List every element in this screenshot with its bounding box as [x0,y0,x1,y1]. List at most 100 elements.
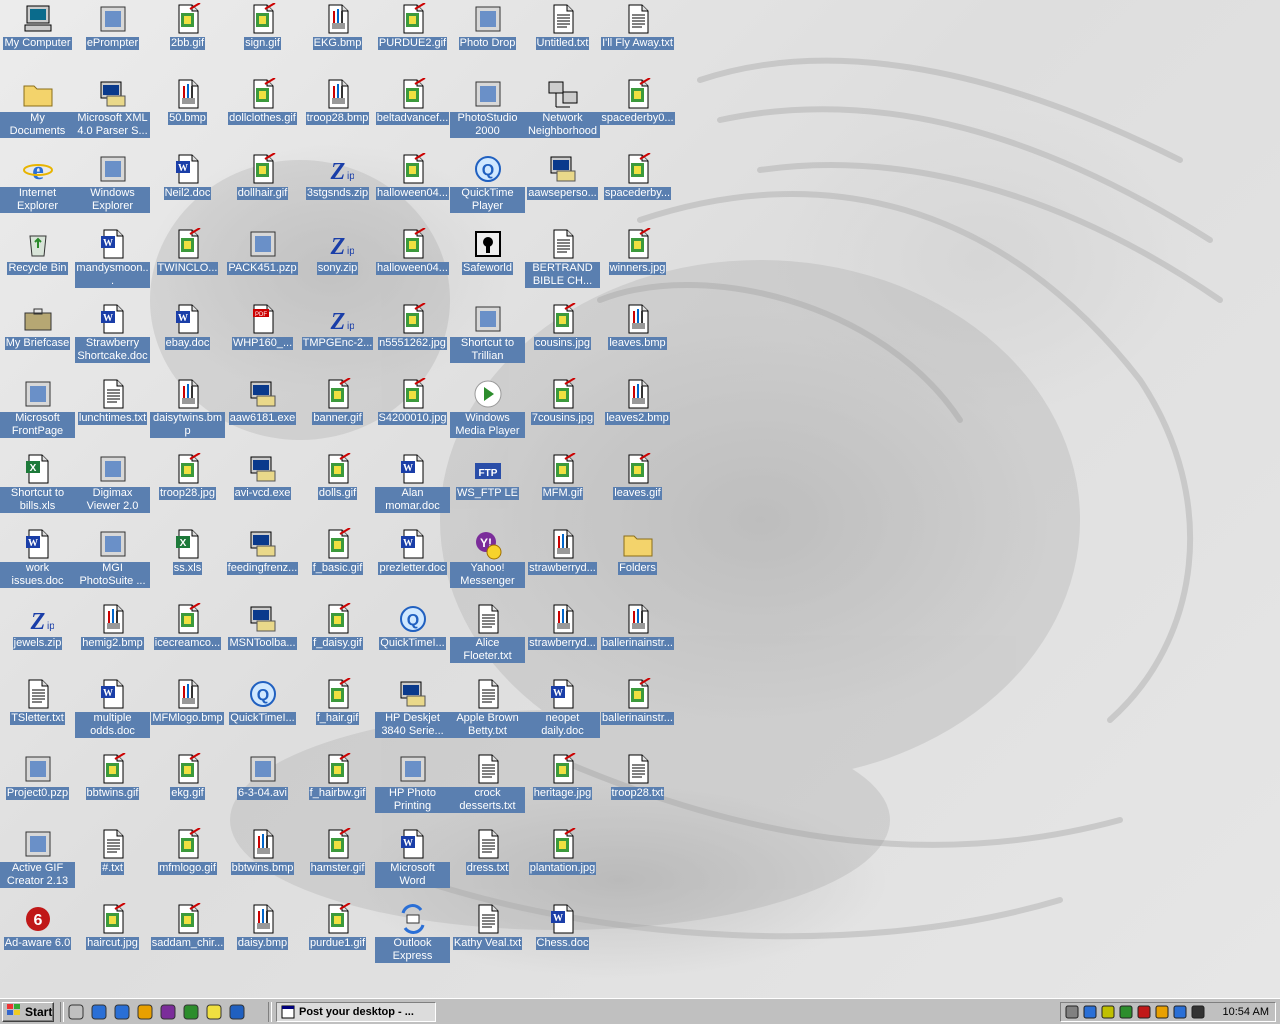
safeworld-tray-icon[interactable] [1191,1005,1205,1019]
desktop-icon-mfm-gif[interactable]: MFM.gif [525,450,600,520]
desktop-icon-ballerinainstr[interactable]: ballerinainstr... [600,675,675,745]
desktop-icon-6-3-04-avi[interactable]: 6-3-04.avi [225,750,300,820]
desktop-icon-troop28-txt[interactable]: troop28.txt [600,750,675,820]
desktop-icon-strawberryd[interactable]: strawberryd... [525,525,600,595]
desktop-icon-outlook-express[interactable]: Outlook Express [375,900,450,970]
desktop-icon-avi-vcd-exe[interactable]: avi-vcd.exe [225,450,300,520]
desktop-icon-dollclothes-gif[interactable]: dollclothes.gif [225,75,300,145]
desktop-icon-internet-explorer[interactable]: e Internet Explorer [0,150,75,220]
desktop-icon-hamster-gif[interactable]: hamster.gif [300,825,375,895]
ie-tray-icon[interactable] [1173,1005,1187,1019]
aim-icon[interactable] [137,1004,153,1020]
desktop-icon-my-documents[interactable]: My Documents [0,75,75,145]
desktop-icon-leaves-bmp[interactable]: leaves.bmp [600,300,675,370]
desktop-icon-s4200010-jpg[interactable]: S4200010.jpg [375,375,450,445]
desktop-icon-apple-brown-betty-txt[interactable]: Apple Brown Betty.txt [450,675,525,745]
desktop-icon-jewels-zip[interactable]: Zip jewels.zip [0,600,75,670]
scanner-icon[interactable] [1101,1005,1115,1019]
desktop-icon-hp-deskjet-3840-serie[interactable]: HP Deskjet 3840 Serie... [375,675,450,745]
media-player-icon[interactable] [183,1004,199,1020]
volume-icon[interactable] [1065,1005,1079,1019]
desktop-icon-spacederby0[interactable]: spacederby0... [600,75,675,145]
desktop-icon-txt[interactable]: #.txt [75,825,150,895]
internet-explorer-icon[interactable] [91,1004,107,1020]
desktop-icon-active-gif-creator-2-13[interactable]: Active GIF Creator 2.13 [0,825,75,895]
desktop[interactable]: My Computer My Documents e Internet Explore… [0,0,1280,998]
desktop-icon-spacederby[interactable]: spacederby... [600,150,675,220]
desktop-icon-bbtwins-bmp[interactable]: bbtwins.bmp [225,825,300,895]
desktop-icon-yahoo-messenger[interactable]: Y! Yahoo! Messenger [450,525,525,595]
desktop-icon-neopet-daily-doc[interactable]: Wneopet daily.doc [525,675,600,745]
desktop-icon-bbtwins-gif[interactable]: bbtwins.gif [75,750,150,820]
desktop-icon-windows-explorer[interactable]: Windows Explorer [75,150,150,220]
desktop-icon-multiple-odds-doc[interactable]: Wmultiple odds.doc [75,675,150,745]
desktop-icon-project0-pzp[interactable]: Project0.pzp [0,750,75,820]
desktop-icon-windows-media-player[interactable]: Windows Media Player [450,375,525,445]
desktop-icon-ballerinainstr[interactable]: ballerinainstr... [600,600,675,670]
desktop-icon-my-computer[interactable]: My Computer [0,0,75,70]
desktop-icon-tmpgenc-2[interactable]: Zip TMPGEnc-2... [300,300,375,370]
connection-icon[interactable] [1119,1005,1133,1019]
desktop-icon-digimax-viewer-2-0[interactable]: Digimax Viewer 2.0 [75,450,150,520]
desktop-icon-alan-momar-doc[interactable]: W Alan momar.doc [375,450,450,520]
desktop-icon-sign-gif[interactable]: sign.gif [225,0,300,70]
search-icon[interactable] [206,1004,222,1020]
desktop-icon-mgi-photosuite[interactable]: MGI PhotoSuite ... [75,525,150,595]
desktop-icon-icecreamco[interactable]: icecreamco... [150,600,225,670]
desktop-icon-leaves-gif[interactable]: leaves.gif [600,450,675,520]
desktop-icon-kathy-veal-txt[interactable]: Kathy Veal.txt [450,900,525,970]
desktop-icon-shortcut-to-trillian[interactable]: Shortcut to Trillian [450,300,525,370]
desktop-icon-chess-doc[interactable]: W Chess.doc [525,900,600,970]
messenger-icon[interactable] [1155,1005,1169,1019]
desktop-icon-mfmlogo-gif[interactable]: mfmlogo.gif [150,825,225,895]
desktop-icon-strawberryd[interactable]: strawberryd... [525,600,600,670]
desktop-icon-dollhair-gif[interactable]: dollhair.gif [225,150,300,220]
desktop-icon-purdue1-gif[interactable]: purdue1.gif [300,900,375,970]
desktop-icon-haircut-jpg[interactable]: haircut.jpg [75,900,150,970]
desktop-icon-bertrand-bible-ch[interactable]: BERTRAND BIBLE CH... [525,225,600,295]
desktop-icon-f-basic-gif[interactable]: f_basic.gif [300,525,375,595]
desktop-icon-troop28-bmp[interactable]: troop28.bmp [300,75,375,145]
desktop-icon-mfmlogo-bmp[interactable]: MFMlogo.bmp [150,675,225,745]
desktop-icon-aaw6181-exe[interactable]: aaw6181.exe [225,375,300,445]
desktop-icon-f-hairbw-gif[interactable]: f_hairbw.gif [300,750,375,820]
desktop-icon-3stgsnds-zip[interactable]: Zip 3stgsnds.zip [300,150,375,220]
desktop-icon-neil2-doc[interactable]: W Neil2.doc [150,150,225,220]
desktop-icon-feedingfrenz[interactable]: feedingfrenz... [225,525,300,595]
desktop-icon-i-ll-fly-away-txt[interactable]: I'll Fly Away.txt [600,0,675,70]
desktop-icon-quicktimei[interactable]: Q QuickTimeI... [225,675,300,745]
desktop-icon-saddam-chir[interactable]: saddam_chir... [150,900,225,970]
desktop-icon-ss-xls[interactable]: Xss.xls [150,525,225,595]
desktop-icon-dolls-gif[interactable]: dolls.gif [300,450,375,520]
desktop-icon-ekg-gif[interactable]: ekg.gif [150,750,225,820]
desktop-icon-daisy-bmp[interactable]: daisy.bmp [225,900,300,970]
outlook-express-icon[interactable] [114,1004,130,1020]
desktop-icon-my-briefcase[interactable]: My Briefcase [0,300,75,370]
desktop-icon-2bb-gif[interactable]: 2bb.gif [150,0,225,70]
desktop-icon-aawseperso[interactable]: aawseperso... [525,150,600,220]
desktop-icon-alice-floeter-txt[interactable]: Alice Floeter.txt [450,600,525,670]
desktop-icon-halloween04[interactable]: halloween04... [375,150,450,220]
desktop-icon-lunchtimes-txt[interactable]: lunchtimes.txt [75,375,150,445]
desktop-icon-recycle-bin[interactable]: Recycle Bin [0,225,75,295]
desktop-icon-f-hair-gif[interactable]: f_hair.gif [300,675,375,745]
desktop-icon-whp160[interactable]: PDF WHP160_... [225,300,300,370]
desktop-icon-prezletter-doc[interactable]: Wprezletter.doc [375,525,450,595]
desktop-icon-banner-gif[interactable]: banner.gif [300,375,375,445]
desktop-icon-ad-aware-6-0[interactable]: 6 Ad-aware 6.0 [0,900,75,970]
desktop-icon-beltadvancef[interactable]: beltadvancef... [375,75,450,145]
desktop-icon-ebay-doc[interactable]: Webay.doc [150,300,225,370]
start-button[interactable]: Start [2,1002,54,1022]
desktop-icon-hemig2-bmp[interactable]: hemig2.bmp [75,600,150,670]
desktop-icon-microsoft-frontpage[interactable]: Microsoft FrontPage [0,375,75,445]
desktop-icon-pack451-pzp[interactable]: PACK451.pzp [225,225,300,295]
desktop-icon-cousins-jpg[interactable]: cousins.jpg [525,300,600,370]
desktop-icon-purdue2-gif[interactable]: PURDUE2.gif [375,0,450,70]
desktop-icon-safeworld[interactable]: Safeworld [450,225,525,295]
desktop-icon-halloween04[interactable]: halloween04... [375,225,450,295]
desktop-icon-work-issues-doc[interactable]: Wwork issues.doc [0,525,75,595]
desktop-icon-ws-ftp-le[interactable]: FTP WS_FTP LE [450,450,525,520]
desktop-icon-tsletter-txt[interactable]: TSletter.txt [0,675,75,745]
desktop-icon-strawberry-shortcake-doc[interactable]: W Strawberry Shortcake.doc [75,300,150,370]
desktop-icon-shortcut-to-bills-xls[interactable]: X Shortcut to bills.xls [0,450,75,520]
